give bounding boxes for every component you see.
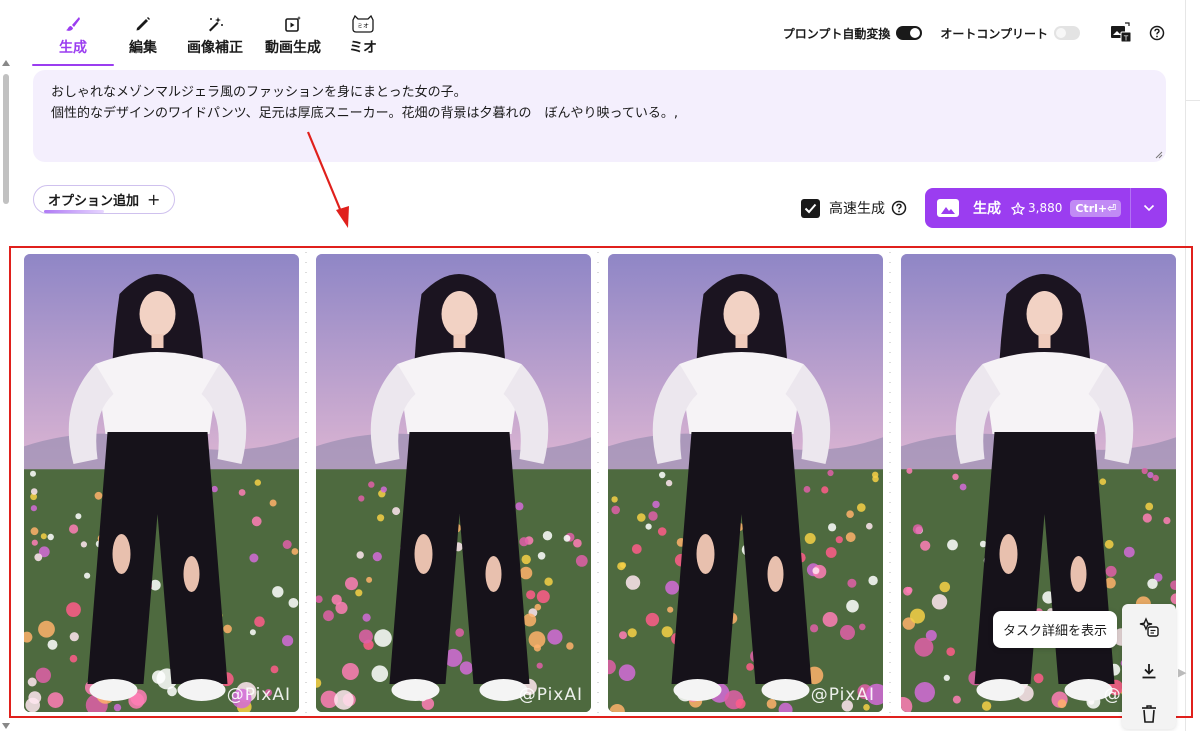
credit-icon — [1011, 201, 1025, 215]
watermark-text: @PixAI — [519, 685, 583, 705]
generate-label: 生成 — [973, 201, 1001, 217]
image-illustration: @PixAI — [316, 254, 591, 712]
mode-tabs: 生成 編集 画像補正 動画生成 ミオ ミオ — [32, 8, 398, 66]
tab-mio[interactable]: ミオ ミオ — [328, 8, 398, 64]
image-illustration: @PixAI — [24, 254, 299, 712]
fast-generation-label: 高速生成 — [829, 201, 885, 217]
autocomplete-toggle[interactable] — [1054, 26, 1080, 40]
mio-badge-text: ミオ — [357, 23, 369, 30]
scroll-down-arrow-icon[interactable] — [2, 723, 10, 729]
task-detail-sparkle-icon[interactable] — [1134, 612, 1164, 642]
tab-edit[interactable]: 編集 — [114, 8, 172, 64]
chevron-right-icon[interactable]: ▶ — [1178, 666, 1186, 679]
generate-button[interactable]: 生成 3,880 Ctrl+⏎ — [925, 188, 1167, 228]
tab-video-label: 動画生成 — [265, 40, 321, 56]
app-window: 生成 編集 画像補正 動画生成 ミオ ミオ プロンプト自動変換 オートコンプリー… — [0, 0, 1200, 731]
add-option-label: オプション追加 — [48, 194, 140, 209]
prompt-line-1: おしゃれなメゾンマルジェラ風のファッションを身にまとった女の子。 — [51, 85, 467, 100]
add-option-accent — [44, 210, 104, 213]
tab-video[interactable]: 動画生成 — [258, 8, 328, 64]
panel-divider-tick — [1186, 100, 1200, 101]
watermark-text: @PixAI — [227, 685, 291, 705]
generate-shortcut: Ctrl+⏎ — [1070, 199, 1122, 217]
generate-main[interactable]: 生成 3,880 Ctrl+⏎ — [925, 188, 1130, 228]
image-illustration: @PixAI — [608, 254, 883, 712]
tab-enhance-label: 画像補正 — [187, 40, 243, 56]
generated-image-1[interactable]: @PixAI — [24, 254, 299, 712]
generated-image-3[interactable]: @PixAI — [608, 254, 883, 712]
fast-generation-help-icon[interactable] — [891, 200, 907, 216]
prompt-line-2: 個性的なデザインのワイドパンツ、足元は厚底スニーカー。花畑の背景は夕暮れの ぼん… — [51, 106, 678, 121]
resize-grip-icon[interactable] — [1155, 151, 1163, 159]
annotation-arrow-icon — [306, 131, 349, 228]
tab-mio-label: ミオ — [349, 40, 377, 56]
image-action-bar — [1122, 604, 1176, 729]
generate-cost: 3,880 — [1028, 201, 1063, 215]
scroll-thumb[interactable] — [3, 74, 9, 204]
scroll-up-arrow-icon[interactable] — [2, 60, 10, 66]
image-translate-icon[interactable]: T — [1108, 22, 1134, 44]
pencil-icon — [134, 15, 152, 33]
tab-generate[interactable]: 生成 — [32, 8, 114, 66]
brush-icon — [64, 15, 82, 33]
svg-text:T: T — [1123, 35, 1129, 43]
autocomplete-label: オートコンプリート — [940, 26, 1048, 41]
watermark-text: @PixAI — [811, 685, 875, 705]
mio-cat-icon: ミオ — [350, 15, 376, 33]
plus-icon: + — [147, 190, 161, 209]
header-controls: プロンプト自動変換 オートコンプリート T — [783, 22, 1170, 44]
magic-wand-icon — [206, 15, 224, 33]
tab-edit-label: 編集 — [129, 40, 157, 56]
video-sparkle-icon — [284, 15, 302, 33]
fast-generation-checkbox[interactable] — [801, 198, 820, 218]
task-detail-tooltip: タスク詳細を表示 — [993, 611, 1118, 648]
tab-enhance[interactable]: 画像補正 — [172, 8, 258, 64]
image-icon — [937, 199, 959, 217]
tab-generate-label: 生成 — [59, 40, 87, 56]
help-icon[interactable] — [1144, 22, 1170, 44]
prompt-convert-label: プロンプト自動変換 — [782, 26, 891, 41]
chevron-down-icon[interactable] — [1131, 188, 1167, 228]
prompt-input[interactable]: おしゃれなメゾンマルジェラ風のファッションを身にまとった女の子。 個性的なデザイ… — [33, 70, 1166, 162]
prompt-convert-toggle[interactable] — [896, 26, 923, 40]
download-icon[interactable] — [1134, 656, 1164, 686]
generated-image-2[interactable]: @PixAI — [316, 254, 591, 712]
fast-generation: 高速生成 — [801, 198, 907, 218]
trash-icon[interactable] — [1134, 699, 1164, 729]
